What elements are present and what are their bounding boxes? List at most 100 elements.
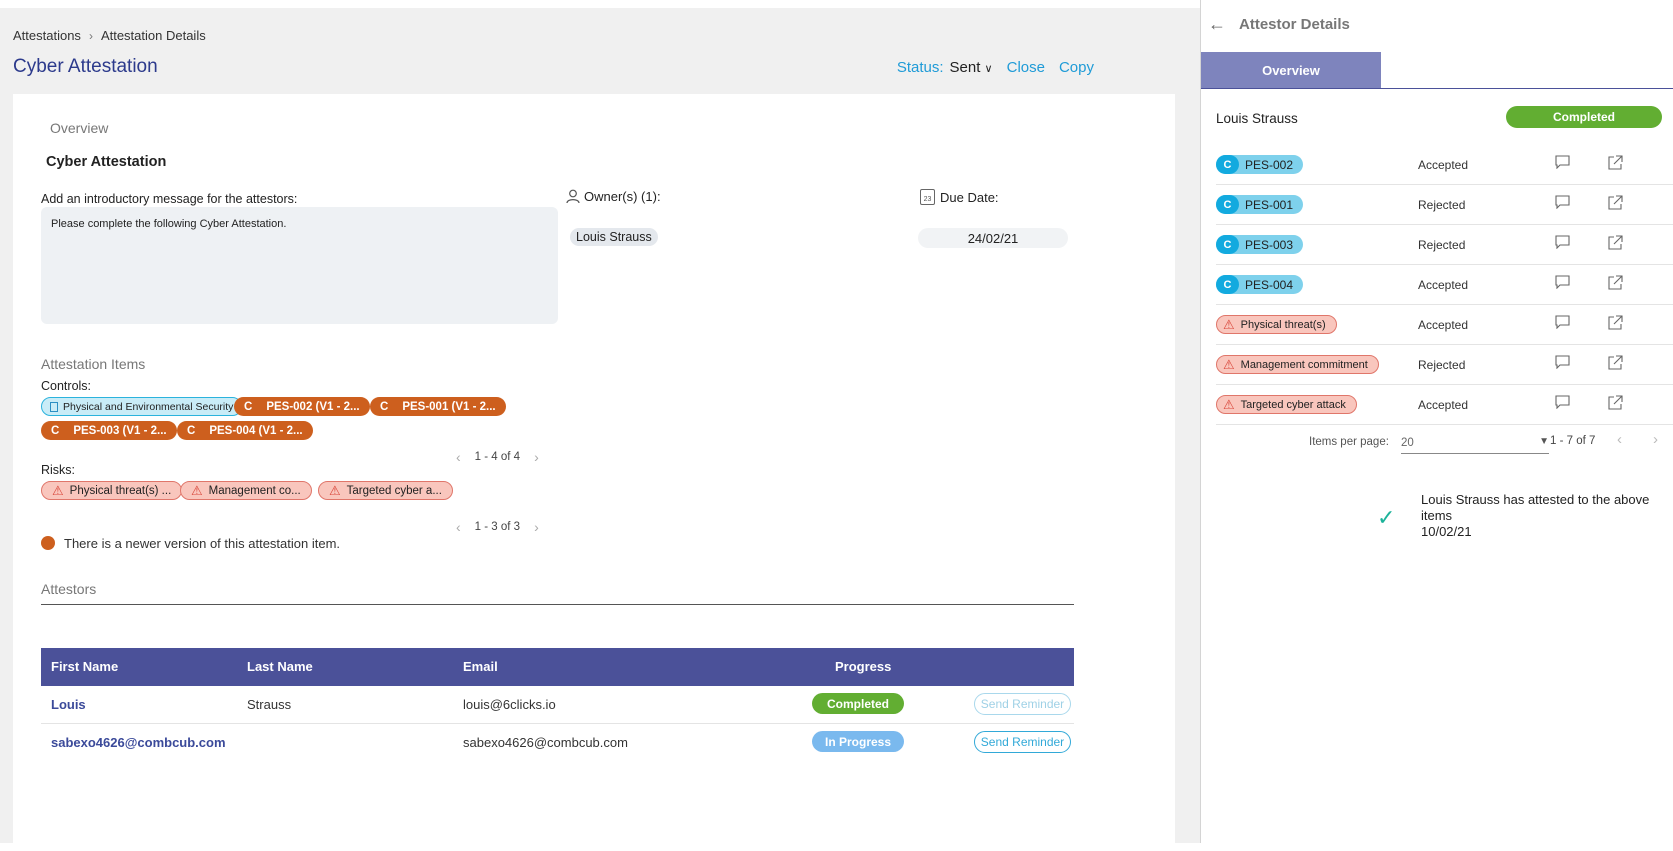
comment-icon[interactable] bbox=[1555, 275, 1570, 293]
col-first-name[interactable]: First Name bbox=[51, 659, 118, 674]
risks-label: Risks: bbox=[41, 463, 76, 477]
col-progress[interactable]: Progress bbox=[835, 659, 891, 674]
risk-chip-label: Targeted cyber attack bbox=[1240, 398, 1346, 411]
attested-result: Rejected bbox=[1418, 198, 1466, 212]
control-chip[interactable]: C PES-002 bbox=[1216, 155, 1304, 174]
attested-result: Accepted bbox=[1418, 158, 1469, 172]
list-item: ⚠ Targeted cyber attack Accepted bbox=[1216, 385, 1673, 425]
comment-icon[interactable] bbox=[1555, 235, 1570, 253]
external-link-icon[interactable] bbox=[1608, 155, 1623, 174]
attestation-confirmation: Louis Strauss has attested to the above … bbox=[1421, 492, 1661, 540]
status-value: Sent bbox=[949, 59, 981, 76]
comment-icon[interactable] bbox=[1555, 355, 1570, 373]
chevron-right-icon[interactable]: › bbox=[534, 449, 539, 465]
external-link-icon[interactable] bbox=[1608, 275, 1623, 294]
back-arrow-icon[interactable]: ← bbox=[1208, 14, 1226, 35]
overview-heading: Overview bbox=[50, 120, 109, 136]
intro-message-textarea[interactable]: Please complete the following Cyber Atte… bbox=[41, 207, 558, 324]
attestors-divider bbox=[41, 604, 1074, 605]
risk-chip[interactable]: ⚠ Management commitment bbox=[1216, 355, 1379, 374]
external-link-icon[interactable] bbox=[1608, 195, 1623, 214]
col-email[interactable]: Email bbox=[463, 659, 498, 674]
progress-badge: Completed bbox=[812, 693, 904, 714]
breadcrumb-attestations[interactable]: Attestations bbox=[13, 28, 81, 43]
control-chip[interactable]: C PES-003 bbox=[1216, 235, 1304, 254]
due-date-field[interactable]: 24/02/21 bbox=[918, 228, 1068, 248]
document-icon bbox=[50, 401, 58, 412]
send-reminder-button[interactable]: Send Reminder bbox=[974, 693, 1071, 715]
attested-result: Accepted bbox=[1418, 398, 1469, 412]
header-actions: Status: Sent ∨ Close Copy bbox=[897, 59, 1094, 76]
risks-pager: ‹ 1 - 3 of 3 › bbox=[456, 519, 539, 535]
attestation-name: Cyber Attestation bbox=[46, 154, 167, 170]
tab-overview[interactable]: Overview bbox=[1201, 52, 1381, 88]
control-chip[interactable]: C PES-002 (V1 - 2... bbox=[234, 397, 370, 416]
checkmark-icon: ✓ bbox=[1377, 505, 1396, 530]
comment-icon[interactable] bbox=[1555, 155, 1570, 173]
attestors-table-header: First Name Last Name Email Progress bbox=[41, 648, 1074, 686]
external-link-icon[interactable] bbox=[1608, 395, 1623, 414]
attestation-items-heading: Attestation Items bbox=[41, 356, 146, 372]
confirmation-date: 10/02/21 bbox=[1421, 524, 1472, 539]
attested-result: Rejected bbox=[1418, 238, 1466, 252]
chevron-right-icon[interactable]: › bbox=[1653, 431, 1658, 448]
chevron-left-icon[interactable]: ‹ bbox=[1617, 431, 1622, 448]
comment-icon[interactable] bbox=[1555, 315, 1570, 333]
copy-link[interactable]: Copy bbox=[1059, 59, 1094, 76]
send-reminder-button[interactable]: Send Reminder bbox=[974, 731, 1071, 753]
risk-chip-label: Management co... bbox=[208, 484, 301, 497]
control-chip[interactable]: C PES-004 (V1 - 2... bbox=[177, 421, 313, 440]
attestor-details-panel: ← Attestor Details Overview Louis Straus… bbox=[1200, 0, 1673, 843]
attestor-last-name: Strauss bbox=[247, 697, 292, 712]
comment-icon[interactable] bbox=[1555, 195, 1570, 213]
chevron-left-icon[interactable]: ‹ bbox=[456, 519, 461, 535]
control-chip-label: PES-003 (V1 - 2... bbox=[73, 424, 167, 437]
status-label: Status: bbox=[896, 59, 944, 76]
comment-icon[interactable] bbox=[1555, 395, 1570, 413]
list-item: ⚠ Management commitment Rejected bbox=[1216, 345, 1673, 385]
owners-label-group: Owner(s) (1): bbox=[566, 189, 661, 204]
attestor-first-name-link[interactable]: Louis bbox=[51, 697, 86, 712]
control-icon: C bbox=[380, 400, 389, 413]
close-link[interactable]: Close bbox=[1007, 59, 1045, 76]
risk-chip[interactable]: ⚠ Targeted cyber attack bbox=[1216, 395, 1357, 414]
control-icon: C bbox=[1216, 235, 1239, 254]
overview-card: Overview Cyber Attestation Add an introd… bbox=[13, 94, 1175, 851]
controls-pager: ‹ 1 - 4 of 4 › bbox=[456, 449, 539, 465]
chevron-down-icon: ∨ bbox=[984, 63, 993, 75]
domain-chip[interactable]: Physical and Environmental Security bbox=[41, 397, 243, 416]
risk-chip[interactable]: ⚠ Targeted cyber a... bbox=[318, 481, 453, 500]
control-chip[interactable]: C PES-001 (V1 - 2... bbox=[370, 397, 506, 416]
confirmation-text: Louis Strauss has attested to the above … bbox=[1421, 492, 1650, 523]
risk-chip-label: Physical threat(s) bbox=[1240, 318, 1326, 331]
risk-chip-label: Physical threat(s) ... bbox=[69, 484, 172, 497]
risk-chip[interactable]: ⚠ Management co... bbox=[180, 481, 312, 500]
owner-chip[interactable]: Louis Strauss bbox=[570, 228, 658, 246]
control-chip-label: PES-003 bbox=[1245, 237, 1294, 252]
panel-pager-range: 1 - 7 of 7 bbox=[1550, 435, 1596, 447]
tab-underline bbox=[1201, 88, 1673, 89]
attested-result: Accepted bbox=[1418, 318, 1469, 332]
control-chip[interactable]: C PES-001 bbox=[1216, 195, 1304, 214]
breadcrumb: Attestations › Attestation Details bbox=[13, 28, 206, 43]
control-chip[interactable]: C PES-003 (V1 - 2... bbox=[41, 421, 177, 440]
control-chip[interactable]: C PES-004 bbox=[1216, 275, 1304, 294]
table-row: Louis Strauss louis@6clicks.io Completed… bbox=[41, 686, 1074, 724]
owners-label: Owner(s) (1): bbox=[584, 189, 661, 204]
chevron-right-icon[interactable]: › bbox=[534, 519, 539, 535]
risk-chip[interactable]: ⚠ Physical threat(s) ... bbox=[41, 481, 183, 500]
warning-icon: ⚠ bbox=[1223, 316, 1235, 332]
external-link-icon[interactable] bbox=[1608, 235, 1623, 254]
attestor-status-badge: Completed bbox=[1506, 106, 1662, 128]
external-link-icon[interactable] bbox=[1608, 355, 1623, 374]
col-last-name[interactable]: Last Name bbox=[247, 659, 313, 674]
items-per-page-select[interactable]: 20 ▼ bbox=[1401, 430, 1549, 454]
control-chip-label: PES-004 (V1 - 2... bbox=[209, 424, 303, 437]
warning-icon: ⚠ bbox=[1223, 396, 1235, 412]
chevron-left-icon[interactable]: ‹ bbox=[456, 449, 461, 465]
external-link-icon[interactable] bbox=[1608, 315, 1623, 334]
attestor-first-name-link[interactable]: sabexo4626@combcub.com bbox=[51, 735, 226, 750]
risk-chip[interactable]: ⚠ Physical threat(s) bbox=[1216, 315, 1337, 334]
status-dropdown[interactable]: Sent ∨ bbox=[950, 59, 993, 76]
progress-badge: In Progress bbox=[812, 731, 904, 752]
